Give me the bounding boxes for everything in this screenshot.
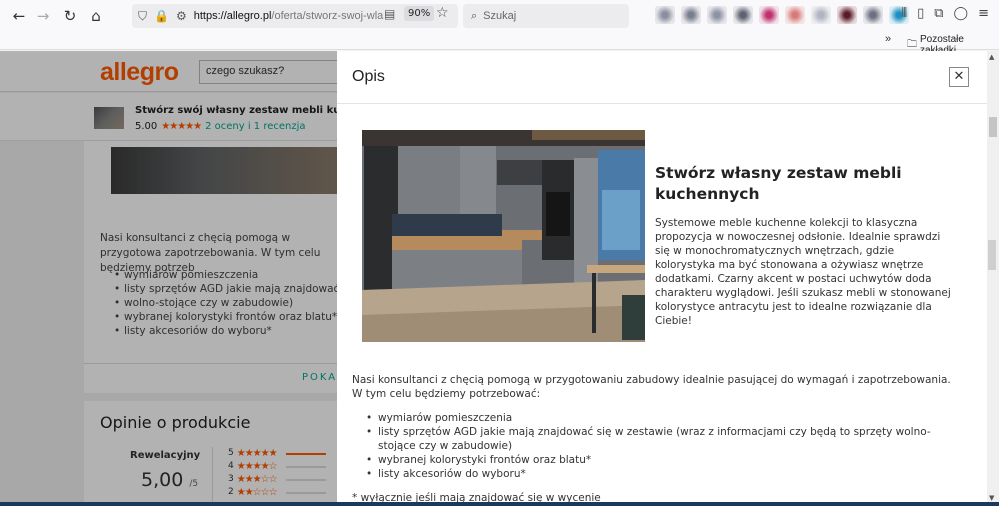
modal-header: Opis ✕ <box>337 51 987 104</box>
reload-icon[interactable]: ↻ <box>57 3 83 29</box>
menu-icon[interactable]: ≡ <box>978 6 989 21</box>
extension-icon[interactable] <box>863 6 883 24</box>
url-path: /oferta/stworz-swoj-wla <box>271 10 384 22</box>
lock-icon[interactable]: 🔒 <box>154 9 169 23</box>
list-item: listy akcesoriów do wyboru* <box>366 467 956 481</box>
account-icon[interactable]: ◯ <box>954 6 969 21</box>
back-arrow-icon[interactable]: ← <box>6 3 32 29</box>
shield-icon[interactable]: ⛉ <box>138 9 147 24</box>
browser-toolbar: ← → ↻ ⌂ ⛉ 🔒 ⚙ https://allegro.pl /oferta… <box>0 0 999 31</box>
description-modal: Opis ✕ Stwórz własny zestaw mebli kuchen… <box>337 51 987 506</box>
extension-icon[interactable] <box>811 6 831 24</box>
list-item: wymiarów pomieszczenia <box>366 411 956 425</box>
consultants-paragraph: Nasi konsultanci z chęcią pomogą w przyg… <box>352 374 951 400</box>
extension-icon[interactable] <box>837 6 857 24</box>
modal-backdrop[interactable] <box>0 51 337 506</box>
modal-scrollbar[interactable]: ▲ ▼ <box>987 51 999 506</box>
scroll-up-icon[interactable]: ▲ <box>989 53 994 61</box>
extensions-icon[interactable]: ⧉ <box>934 6 943 21</box>
list-item: listy sprzętów AGD jakie mają znajdować … <box>366 425 956 453</box>
extension-icon[interactable] <box>655 6 675 24</box>
list-item: wybranej kolorystyki frontów oraz blatu* <box>366 453 956 467</box>
extension-icon[interactable] <box>707 6 727 24</box>
os-taskbar <box>0 502 999 506</box>
forward-arrow-icon[interactable]: → <box>30 3 56 29</box>
bookmarks-bar: » 🗀 Pozostałe zakładki <box>0 31 999 56</box>
extension-icon[interactable] <box>733 6 753 24</box>
bookmark-star-icon[interactable]: ☆ <box>436 5 449 21</box>
search-placeholder: Szukaj <box>483 10 517 22</box>
description-paragraph: Systemowe meble kuchenne kolekcji to kla… <box>655 217 951 327</box>
scroll-down-icon[interactable]: ▼ <box>989 494 994 502</box>
description-heading: Stwórz własny zestaw mebli kuchennych <box>655 164 902 203</box>
reader-view-icon[interactable]: ▤ <box>384 7 395 21</box>
requirements-list: wymiarów pomieszczenia listy sprzętów AG… <box>366 411 956 481</box>
sidebar-icon[interactable]: ▯ <box>917 6 924 21</box>
search-icon: ⌕ <box>471 9 478 22</box>
zoom-indicator[interactable]: 90% <box>404 6 435 21</box>
modal-title: Opis <box>352 68 385 85</box>
kitchen-photo <box>362 130 645 342</box>
extension-icon[interactable] <box>681 6 701 24</box>
extension-icon[interactable] <box>785 6 805 24</box>
page-scrollbar-thumb[interactable] <box>988 240 996 270</box>
extension-icon[interactable] <box>759 6 779 24</box>
extensions-bar <box>655 6 909 24</box>
permissions-icon[interactable]: ⚙ <box>176 9 187 23</box>
toolbar-right-icons: ⫴ ▯ ⧉ ◯ ≡ <box>902 6 989 21</box>
browser-search-input[interactable]: ⌕ Szukaj <box>463 4 629 28</box>
close-button[interactable]: ✕ <box>949 67 969 87</box>
scrollbar-thumb[interactable] <box>989 117 997 137</box>
library-icon[interactable]: ⫴ <box>902 6 907 21</box>
home-icon[interactable]: ⌂ <box>83 3 109 29</box>
bookmarks-overflow-icon[interactable]: » <box>885 33 891 45</box>
url-domain: https://allegro.pl <box>193 10 272 22</box>
